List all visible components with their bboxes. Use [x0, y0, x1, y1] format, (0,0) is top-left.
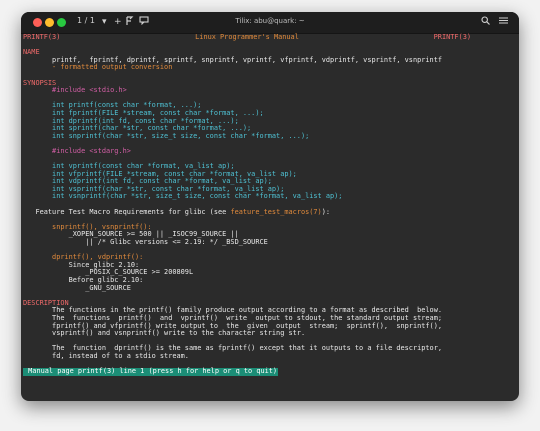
header-right: PRINTF(3): [433, 33, 471, 41]
ftm-prefix: Feature Test Macro Requirements for glib…: [23, 207, 231, 216]
prototype-line: int snprintf(char *str, size_t size, con…: [23, 131, 310, 140]
include-line: #include <stdio.h>: [23, 86, 127, 95]
man-header: PRINTF(3) Linux Programmer's Manual PRIN…: [23, 33, 519, 42]
header-left: PRINTF(3): [23, 33, 61, 41]
ftm-requirement: || /* Glibc versions <= 2.19: */ _BSD_SO…: [23, 238, 268, 247]
header-center: Linux Programmer's Manual: [195, 33, 299, 41]
titlebar: 1 / 1 ▾ + Tilix: abu@quark: ~: [21, 12, 519, 34]
pager-status-line: Manual page printf(3) line 1 (press h fo…: [23, 367, 279, 376]
search-icon[interactable]: [481, 16, 490, 29]
feature-test-line: Feature Test Macro Requirements for glib…: [23, 207, 519, 217]
description-line: fd, instead of to a stdio stream.: [23, 351, 189, 360]
ftm-requirement: _GNU_SOURCE: [23, 283, 131, 292]
ftm-suffix: ):: [321, 207, 331, 216]
window-title: Tilix: abu@quark: ~: [235, 17, 305, 25]
menu-icon[interactable]: [499, 16, 508, 29]
ftm-link: feature_test_macros(7): [230, 207, 322, 216]
include-line: #include <stdarg.h>: [23, 146, 131, 155]
terminal-content[interactable]: PRINTF(3) Linux Programmer's Manual PRIN…: [21, 33, 519, 401]
name-description: - formatted output conversion: [23, 63, 173, 72]
terminal-window: 1 / 1 ▾ + Tilix: abu@quark: ~ PRINTF(3) …: [21, 12, 519, 401]
prototype-line: int vsnprintf(char *str, size_t size, co…: [23, 192, 343, 201]
description-line: vsprintf() and vsnprintf() write to the …: [23, 329, 306, 338]
